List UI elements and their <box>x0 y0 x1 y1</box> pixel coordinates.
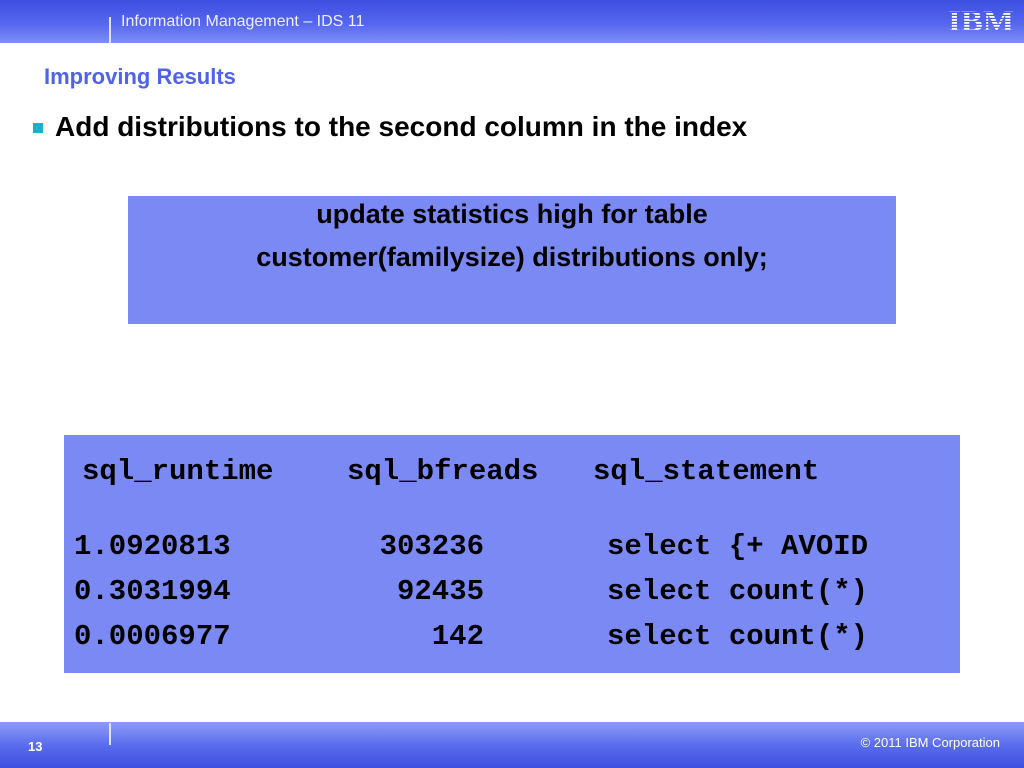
cell-statement: select count(*) <box>607 575 869 608</box>
cell-statement: select count(*) <box>607 620 869 653</box>
sql-line-1: update statistics high for table <box>316 199 708 229</box>
cell-statement: select {+ AVOID <box>607 530 869 563</box>
bullet-marker <box>33 123 43 133</box>
results-table: sql_runtime sql_bfreads sql_statement 1.… <box>64 435 960 673</box>
header-divider <box>109 17 111 43</box>
slide-title: Improving Results <box>44 64 236 89</box>
header-title: Information Management – IDS 11 <box>121 13 365 30</box>
ibm-logo-text: IBM <box>948 7 1014 34</box>
column-header-bfreads: sql_bfreads <box>347 455 539 488</box>
cell-bfreads: 303236 <box>379 530 484 563</box>
column-header-runtime: sql_runtime <box>82 455 274 488</box>
page-number: 13 <box>28 739 43 754</box>
footer-divider <box>109 723 111 745</box>
column-header-statement: sql_statement <box>593 455 820 488</box>
cell-runtime: 0.3031994 <box>74 575 231 608</box>
cell-bfreads: 142 <box>431 620 484 653</box>
copyright: © 2011 IBM Corporation <box>860 735 1000 750</box>
cell-bfreads: 92435 <box>396 575 484 608</box>
cell-runtime: 1.0920813 <box>74 530 231 563</box>
sql-statement-box: update statistics high for table custome… <box>128 196 896 324</box>
bullet-text: Add distributions to the second column i… <box>55 111 748 142</box>
ibm-logo: IBM <box>948 7 1014 34</box>
sql-line-2: customer(familysize) distributions only; <box>256 242 768 272</box>
cell-runtime: 0.0006977 <box>74 620 231 653</box>
